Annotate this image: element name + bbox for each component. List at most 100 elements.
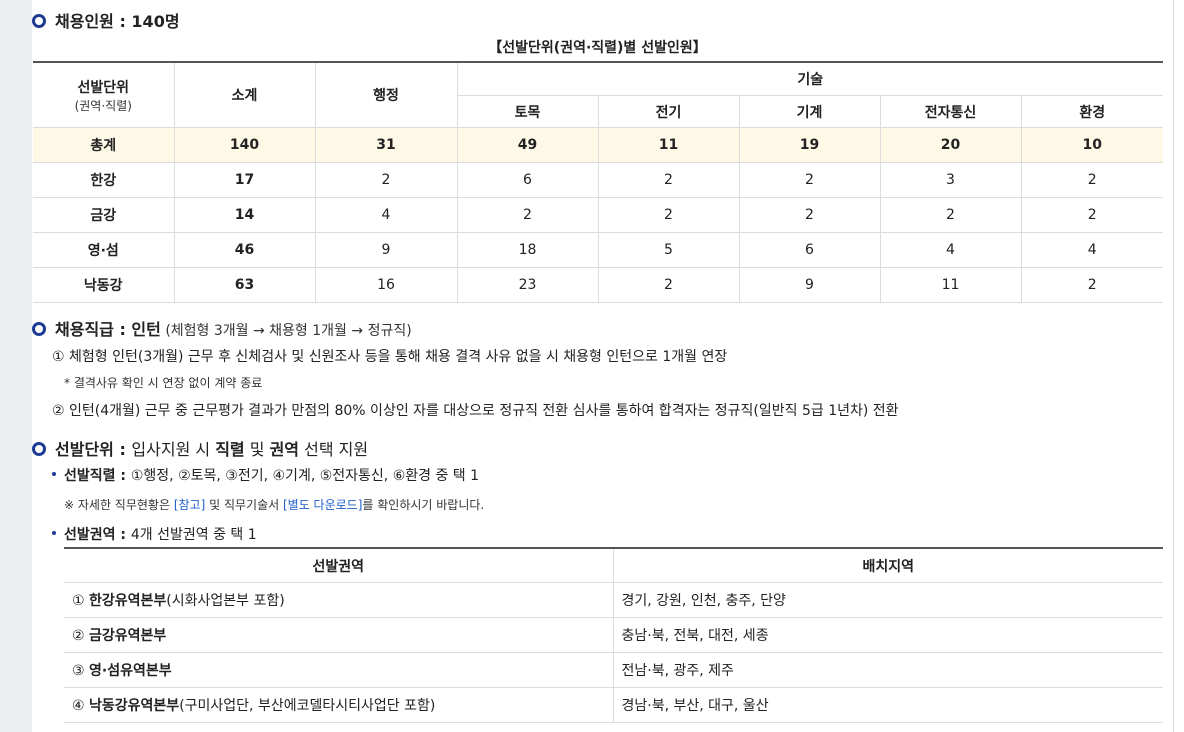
unit-bold-region: 권역 (269, 440, 300, 459)
note-text-b: 및 직무기술서 (205, 498, 283, 512)
region-num: ① (72, 593, 90, 609)
header-tech-environment: 환경 (1021, 95, 1163, 128)
region-name: 낙동강유역본부 (89, 698, 180, 714)
cell-environment: 4 (1021, 232, 1163, 268)
region-name: 금강유역본부 (89, 628, 167, 644)
unit-bold-series: 직렬 (215, 440, 245, 459)
region-num: ④ (72, 698, 90, 714)
section-selection-unit: 선발단위 : 입사지원 시 직렬 및 권역 선택 지원 (32, 436, 368, 460)
region-cell: ③ 영·섬유역본부 (64, 652, 614, 688)
circle-bullet-icon (32, 442, 46, 456)
table-row: ④ 낙동강유역본부(구미사업단, 부산에코델타시티사업단 포함) 경남·북, 부… (64, 687, 1163, 723)
cell-subtotal: 46 (174, 232, 316, 268)
region-num: ② (72, 628, 90, 644)
page-content: 채용인원 : 140명 【선발단위(권역·직렬)별 선발인원】 선발단위 (권역… (32, 0, 1173, 732)
region-item: 선발권역 : 4개 선발권역 중 택 1 (52, 524, 257, 544)
right-border (1173, 0, 1174, 732)
header-admin: 행정 (315, 62, 458, 128)
cell-mechanical: 19 (739, 127, 881, 163)
series-label: 선발직렬 : (64, 468, 131, 484)
cell-subtotal: 63 (174, 267, 316, 303)
section-label: 선발단위 : (55, 440, 132, 459)
cell-mechanical: 9 (739, 267, 881, 303)
placement-cell: 충남·북, 전북, 대전, 세종 (613, 617, 1163, 653)
cell-civil: 49 (457, 127, 599, 163)
cell-electric: 2 (598, 197, 740, 233)
placement-cell: 전남·북, 광주, 제주 (613, 652, 1163, 688)
circle-bullet-icon (32, 322, 46, 336)
note-text-a: ※ 자세한 직무현황은 (64, 498, 174, 512)
cell-electric: 5 (598, 232, 740, 268)
table-row: ① 한강유역본부(시화사업본부 포함) 경기, 강원, 인천, 충주, 단양 (64, 582, 1163, 618)
header-unit-sub: (권역·직렬) (74, 98, 132, 113)
cell-admin: 4 (315, 197, 458, 233)
cell-subtotal: 14 (174, 197, 316, 233)
cell-mechanical: 6 (739, 232, 881, 268)
header-unit-label: 선발단위 (77, 79, 130, 96)
header-unit: 선발단위 (권역·직렬) (33, 62, 175, 128)
cell-civil: 23 (457, 267, 599, 303)
region-cell: ① 한강유역본부(시화사업본부 포함) (64, 582, 614, 618)
header-tech-civil: 토목 (457, 95, 599, 128)
hiring-count-value: 140명 (131, 12, 180, 31)
left-sidebar (0, 0, 32, 732)
header-placement: 배치지역 (613, 548, 1163, 583)
cell-admin: 16 (315, 267, 458, 303)
cell-mechanical: 2 (739, 162, 881, 198)
region-text: 4개 선발권역 중 택 1 (130, 527, 257, 543)
cell-electronics: 11 (880, 267, 1022, 303)
circle-bullet-icon (32, 14, 46, 28)
region-name: 한강유역본부 (89, 593, 167, 609)
row-name: 한강 (33, 162, 175, 198)
grade-note: * 결격사유 확인 시 연장 없이 계약 종료 (64, 376, 263, 390)
section-label: 채용인원 : (55, 12, 132, 31)
section-hiring-grade: 채용직급 : 인턴 (체험형 3개월 → 채용형 1개월 → 정규직) (32, 316, 412, 340)
table-row: 한강 17 2 6 2 2 3 2 (33, 162, 1163, 198)
cell-electronics: 20 (880, 127, 1022, 163)
row-name: 총계 (33, 127, 175, 163)
unit-text-3: 선택 지원 (299, 440, 369, 459)
download-link[interactable]: [별도 다운로드] (283, 498, 362, 512)
cell-subtotal: 140 (174, 127, 316, 163)
cell-electric: 2 (598, 267, 740, 303)
grade-item-1: ① 체험형 인턴(3개월) 근무 후 신체검사 및 신원조사 등을 통해 채용 … (52, 349, 728, 365)
cell-electronics: 3 (880, 162, 1022, 198)
section-hiring-count: 채용인원 : 140명 (32, 8, 180, 32)
section-label: 채용직급 : (55, 320, 132, 339)
placement-cell: 경기, 강원, 인천, 충주, 단양 (613, 582, 1163, 618)
cell-admin: 31 (315, 127, 458, 163)
cell-environment: 10 (1021, 127, 1163, 163)
header-subtotal: 소계 (174, 62, 316, 128)
cell-electric: 2 (598, 162, 740, 198)
row-name: 낙동강 (33, 267, 175, 303)
dot-bullet-icon (52, 472, 56, 476)
selection-count-table: 선발단위 (권역·직렬) 소계 행정 기술 토목 전기 기계 전자통신 환경 총… (33, 61, 1163, 303)
cell-environment: 2 (1021, 162, 1163, 198)
region-label: 선발권역 : (64, 527, 131, 543)
table-row-total: 총계 140 31 49 11 19 20 10 (33, 127, 1163, 163)
duty-note: ※ 자세한 직무현황은 [참고] 및 직무기술서 [별도 다운로드]를 확인하시… (64, 496, 484, 513)
cell-environment: 2 (1021, 267, 1163, 303)
table-row: ② 금강유역본부 충남·북, 전북, 대전, 세종 (64, 617, 1163, 653)
unit-text-2: 및 (244, 440, 270, 459)
cell-electronics: 2 (880, 197, 1022, 233)
cell-admin: 9 (315, 232, 458, 268)
grade-value: 인턴 (131, 320, 161, 339)
header-tech-electronics: 전자통신 (880, 95, 1022, 128)
header-tech: 기술 (457, 62, 1163, 96)
dot-bullet-icon (52, 531, 56, 535)
cell-admin: 2 (315, 162, 458, 198)
header-region: 선발권역 (64, 548, 614, 583)
header-tech-electric: 전기 (598, 95, 740, 128)
cell-electric: 11 (598, 127, 740, 163)
row-name: 영·섬 (33, 232, 175, 268)
region-cell: ② 금강유역본부 (64, 617, 614, 653)
placement-cell: 경남·북, 부산, 대구, 울산 (613, 687, 1163, 723)
table-row: 영·섬 46 9 18 5 6 4 4 (33, 232, 1163, 268)
region-num: ③ (72, 663, 90, 679)
header-tech-mechanical: 기계 (739, 95, 881, 128)
table-row: 낙동강 63 16 23 2 9 11 2 (33, 267, 1163, 303)
grade-path: (체험형 3개월 → 채용형 1개월 → 정규직) (160, 323, 412, 339)
cell-subtotal: 17 (174, 162, 316, 198)
reference-link[interactable]: [참고] (174, 498, 205, 512)
